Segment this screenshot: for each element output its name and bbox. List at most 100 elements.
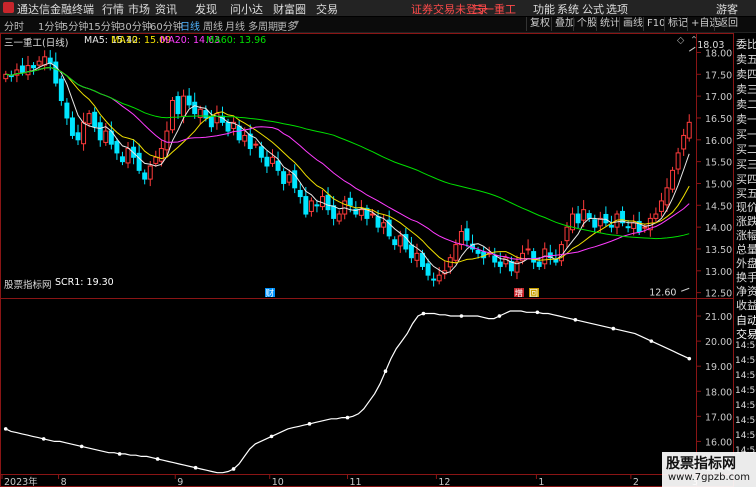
- btn-tongji[interactable]: 统计: [596, 17, 620, 31]
- period-60min[interactable]: 60分钟: [150, 18, 183, 33]
- diamond-icon[interactable]: ◇: [677, 35, 684, 46]
- candle-body: [581, 209, 587, 221]
- low-price-label: 12.60: [649, 287, 676, 298]
- candle-body: [125, 148, 131, 164]
- price-tick-label: 15.50: [705, 158, 732, 169]
- menu-gongneng[interactable]: 功能: [533, 1, 555, 17]
- user-label[interactable]: 游客: [716, 1, 738, 17]
- scr1-marker: [193, 465, 198, 470]
- period-fenshi[interactable]: 分时: [4, 18, 24, 33]
- indicator-tick-label: 20.00: [705, 337, 732, 348]
- period-multi[interactable]: 多周期: [248, 18, 278, 33]
- time-tick-label: 2023年: [4, 476, 38, 487]
- kline-chart[interactable]: 18.00 17.50 17.00 16.50 16.00 15.50 15.00 14.50…: [0, 33, 734, 487]
- scr1-marker: [687, 356, 692, 361]
- app-name: 通达信金融终端: [17, 3, 94, 16]
- period-weekly[interactable]: 周线: [203, 18, 223, 33]
- candle-body: [520, 252, 526, 262]
- period-30min[interactable]: 30分钟: [119, 18, 152, 33]
- menu-gongshi[interactable]: 公式: [582, 1, 604, 17]
- menu-xuanxiang[interactable]: 选项: [606, 1, 628, 17]
- candle-body: [453, 244, 459, 261]
- scr1-marker: [307, 422, 312, 426]
- candle-body: [314, 204, 320, 207]
- scr1-marker: [269, 434, 274, 439]
- candle-body: [392, 239, 398, 246]
- candle-body: [503, 257, 509, 265]
- candle-body: [153, 156, 159, 164]
- candle-body: [169, 100, 175, 131]
- menu-faxian[interactable]: 发现: [195, 1, 217, 17]
- candle-body: [325, 194, 331, 211]
- candle-body: [336, 213, 342, 222]
- axes: 18.00 17.50 17.00 16.50 16.00 15.50 15.00 14.50…: [1, 40, 732, 487]
- candle-body: [136, 152, 142, 171]
- menu-zixun[interactable]: 资讯: [155, 1, 177, 17]
- sidebar-label: 买一: [736, 128, 756, 141]
- btn-back[interactable]: 返回: [714, 17, 738, 31]
- candle-body: [225, 121, 231, 132]
- menu-wenxiaoda[interactable]: 问小达: [230, 1, 263, 17]
- indicator-tick-label: 21.00: [705, 312, 732, 323]
- indicator-tick-label: 17.00: [705, 412, 732, 423]
- candlesticks: [3, 50, 692, 287]
- menu-xitong[interactable]: 系统: [557, 1, 579, 17]
- menu-shichang[interactable]: 市场: [128, 1, 150, 17]
- price-tick-label: 14.00: [705, 223, 732, 234]
- ma5-line: [5, 62, 690, 274]
- current-stock-name: 三一重工: [472, 3, 516, 16]
- candle-body: [203, 110, 209, 119]
- candle-body: [458, 231, 464, 246]
- dropdown-arrow-icon[interactable]: ▾: [294, 18, 299, 29]
- chevron-up-icon[interactable]: ⌃: [690, 35, 698, 46]
- btn-fuquan[interactable]: 复权: [526, 17, 550, 31]
- btn-gegu[interactable]: 个股: [573, 17, 597, 31]
- btn-huaxian[interactable]: 画线: [619, 17, 643, 31]
- time-tick-label: 10: [272, 477, 284, 487]
- candle-body: [181, 95, 187, 117]
- candle-body: [36, 60, 42, 66]
- price-tick-label: 15.00: [705, 179, 732, 190]
- candle-body: [275, 160, 281, 171]
- candle-body: [208, 116, 214, 128]
- trade-time: 14:56: [735, 356, 756, 366]
- candle-body: [642, 226, 648, 229]
- candle-body: [147, 165, 153, 180]
- scr1-marker: [535, 310, 540, 315]
- trade-time: 14:56: [735, 401, 756, 411]
- candle-body: [270, 156, 275, 164]
- btn-biaoji[interactable]: 标记: [664, 17, 688, 31]
- candle-body: [114, 141, 120, 154]
- candle-body: [242, 134, 248, 142]
- btn-diejia[interactable]: 叠加: [551, 17, 575, 31]
- candle-body: [308, 200, 314, 212]
- candle-body: [575, 213, 581, 224]
- candle-body: [31, 65, 37, 69]
- candle-body: [608, 224, 614, 228]
- menu-hangqing[interactable]: 行情: [102, 1, 124, 17]
- sidebar-label: 买二: [736, 143, 756, 156]
- candle-body: [525, 248, 531, 251]
- candle-body: [464, 228, 470, 241]
- candle-body: [381, 222, 387, 228]
- menu-jiaoyi[interactable]: 交易: [316, 1, 338, 17]
- sidebar-trade-button[interactable]: 交易: [736, 326, 756, 342]
- period-5min[interactable]: 5分钟: [62, 18, 88, 33]
- scr1-marker: [649, 339, 654, 343]
- time-tick-label: 11: [350, 477, 362, 487]
- btn-f10[interactable]: F10: [643, 17, 665, 31]
- indicator-title[interactable]: 股票指标网: [4, 277, 52, 291]
- main-chart-title: 三一重工(日线): [4, 38, 69, 49]
- indicator-tick-label: 18.00: [705, 387, 732, 398]
- scr1-marker: [345, 415, 350, 420]
- period-monthly[interactable]: 月线: [225, 18, 245, 33]
- scr1-marker: [79, 444, 84, 449]
- period-daily[interactable]: 日线: [180, 18, 200, 33]
- menu-caifuquan[interactable]: 财富圈: [273, 1, 306, 17]
- period-1min[interactable]: 1分钟: [38, 18, 64, 33]
- price-tick-label: 16.50: [705, 114, 732, 125]
- period-15min[interactable]: 15分钟: [88, 18, 121, 33]
- sidebar-label: 卖二: [736, 98, 756, 111]
- candle-body: [86, 113, 92, 125]
- indicator-value: SCR1: 19.30: [55, 277, 114, 288]
